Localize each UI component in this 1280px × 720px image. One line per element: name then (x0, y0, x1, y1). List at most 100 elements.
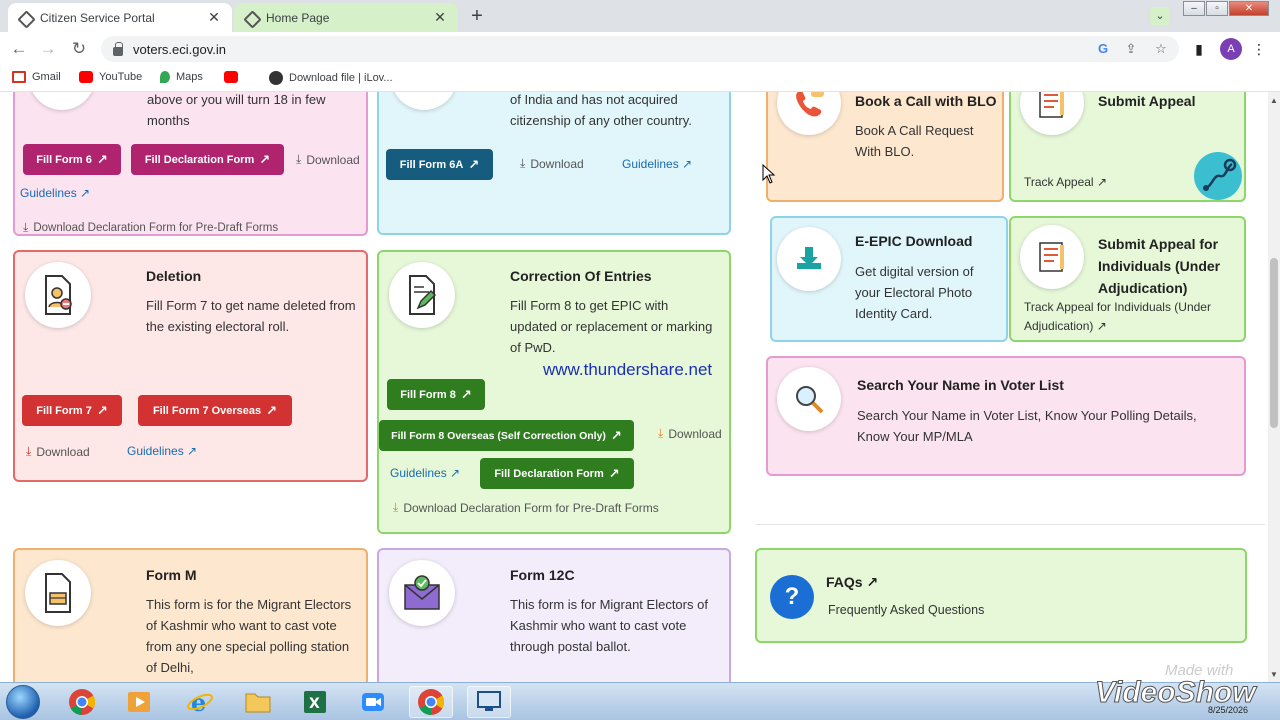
tab-title: Home Page (266, 10, 330, 25)
google-translate-icon[interactable]: G (1095, 41, 1111, 57)
tab-home-page[interactable]: Home Page ✕ (234, 3, 458, 32)
back-arrow-icon[interactable]: ← (8, 38, 30, 60)
address-bar[interactable]: voters.eci.gov.in G ⇪ ☆ (101, 36, 1179, 62)
bookmark-gmail[interactable]: Gmail (12, 71, 61, 83)
deletion-icon (25, 262, 91, 328)
card-correction-of-entries: Correction Of Entries Fill Form 8 to get… (377, 250, 731, 534)
track-appeal-individuals-label: Track Appeal for Individuals (Under Adju… (1024, 300, 1211, 333)
bookmark-label: Maps (176, 71, 203, 83)
fill-form-7-overseas-button[interactable]: Fill Form 7 Overseas ↗ (138, 395, 292, 426)
media-player-taskbar-icon[interactable] (117, 686, 161, 718)
form-6a-icon (391, 92, 457, 110)
external-arrow-icon: ↗ (682, 157, 693, 171)
chrome-active-taskbar-icon[interactable] (409, 686, 453, 718)
fill-declaration-form-button[interactable]: Fill Declaration Form ↗ (131, 144, 284, 175)
external-arrow-icon: ↗ (460, 386, 472, 402)
bookmark-youtube[interactable]: YouTube (79, 71, 142, 83)
fill-form-8-button[interactable]: Fill Form 8 ↗ (387, 379, 485, 410)
tab-search-chevron-icon[interactable]: ⌄ (1150, 7, 1170, 25)
download-declaration-link[interactable]: ⤓ Download Declaration Form for Pre-Draft… (393, 500, 659, 515)
guidelines-label: Guidelines (20, 186, 77, 200)
start-button-icon[interactable] (6, 685, 40, 719)
zoom-taskbar-icon[interactable] (351, 686, 395, 718)
window-close-icon[interactable]: ✕ (1229, 1, 1269, 16)
scroll-down-icon[interactable]: ▼ (1270, 670, 1278, 679)
maximize-icon[interactable]: ▫ (1206, 1, 1228, 16)
download-link[interactable]: ⤓ Download (26, 444, 90, 459)
tab-strip: Citizen Service Portal ✕ Home Page ✕ + ⌄… (0, 0, 1280, 32)
card-e-epic-download[interactable]: E-EPIC Download Get digital version of y… (770, 216, 1008, 342)
card-submit-appeal[interactable]: Submit Appeal Track Appeal ↗ (1009, 92, 1246, 202)
svg-text:X: X (309, 696, 320, 712)
card-search-voter-list[interactable]: Search Your Name in Voter List Search Yo… (766, 356, 1246, 476)
fill-form-6a-button[interactable]: Fill Form 6A ↗ (386, 149, 493, 180)
scroll-up-icon[interactable]: ▲ (1270, 96, 1278, 105)
fill-form-6-button[interactable]: Fill Form 6 ↗ (23, 144, 121, 175)
bookmark-star-icon[interactable]: ☆ (1153, 41, 1169, 57)
download-icon: ⤓ (520, 156, 526, 170)
fill-declaration-form-button[interactable]: Fill Declaration Form ↗ (480, 458, 634, 489)
new-tab-button[interactable]: + (466, 5, 488, 27)
download-link[interactable]: ⤓ Download (296, 152, 360, 167)
profile-avatar[interactable]: A (1220, 38, 1242, 60)
bookmark-ilovepdf[interactable]: Download file | iLov... (269, 71, 393, 85)
appeal-document-icon (1020, 92, 1084, 135)
external-arrow-icon: ↗ (610, 427, 622, 443)
download-declaration-label: Download Declaration Form for Pre-Draft … (33, 221, 279, 234)
external-arrow-icon: ↗ (259, 151, 271, 167)
scrollbar-thumb[interactable] (1270, 258, 1278, 428)
download-label: Download (36, 444, 90, 459)
download-declaration-label: Download Declaration Form for Pre-Draft … (403, 500, 659, 515)
card-submit-appeal-individuals[interactable]: Submit Appeal for Individuals (Under Adj… (1009, 216, 1246, 342)
download-link[interactable]: ⤓ Download (520, 156, 584, 171)
globe-icon (269, 71, 283, 85)
card-faqs[interactable]: ? FAQs ↗ Frequently Asked Questions (755, 548, 1247, 643)
download-link[interactable]: ⤓ Download (658, 426, 722, 441)
external-arrow-icon: ↗ (96, 402, 108, 418)
card-title: Book a Call with BLO (855, 93, 997, 109)
download-declaration-link[interactable]: ⤓ Download Declaration Form for Pre-Draft… (23, 220, 278, 235)
share-icon[interactable]: ⇪ (1123, 41, 1139, 57)
card-form-12c: Form 12C This form is for Migrant Electo… (377, 548, 731, 682)
guidelines-link[interactable]: Guidelines ↗ (390, 466, 460, 480)
side-panel-icon[interactable]: ▮ (1190, 40, 1208, 58)
bookmark-label: Gmail (32, 71, 61, 83)
bookmark-maps[interactable]: Maps (160, 71, 203, 83)
card-title: E-EPIC Download (855, 233, 973, 249)
magnifier-icon (777, 367, 841, 431)
card-desc: Fill Form 8 to get EPIC with updated or … (510, 298, 713, 355)
bookmark-youtube-2[interactable] (224, 71, 244, 83)
internet-explorer-taskbar-icon[interactable]: e (178, 686, 222, 718)
page-scrollbar[interactable]: ▲ ▼ (1268, 92, 1280, 682)
bookmark-label: YouTube (99, 71, 143, 83)
lock-icon[interactable] (113, 41, 123, 56)
excel-taskbar-icon[interactable]: X (293, 686, 337, 718)
guidelines-label: Guidelines (390, 466, 447, 480)
route-tracker-icon (1194, 152, 1242, 200)
track-appeal-link[interactable]: Track Appeal ↗ (1024, 175, 1107, 189)
track-appeal-label: Track Appeal (1024, 175, 1094, 189)
card-title: Form M (146, 567, 197, 583)
reload-icon[interactable]: ↻ (68, 38, 90, 60)
track-appeal-individuals-link[interactable]: Track Appeal for Individuals (Under Adju… (1024, 298, 1239, 336)
remote-desktop-taskbar-icon[interactable] (467, 686, 511, 718)
minimize-icon[interactable]: – (1183, 1, 1205, 16)
guidelines-label: Guidelines (127, 444, 184, 458)
menu-dots-icon[interactable]: ⋮ (1250, 40, 1268, 58)
close-tab-icon[interactable]: ✕ (432, 9, 448, 26)
guidelines-link[interactable]: Guidelines ↗ (20, 186, 90, 200)
gmail-icon (12, 71, 26, 83)
external-arrow-icon: ↗ (1096, 319, 1107, 333)
fill-form-7-button[interactable]: Fill Form 7 ↗ (22, 395, 122, 426)
file-explorer-taskbar-icon[interactable] (236, 686, 280, 718)
form-6-icon (29, 92, 95, 110)
chrome-taskbar-icon[interactable] (60, 686, 104, 718)
guidelines-link[interactable]: Guidelines ↗ (622, 157, 692, 171)
card-book-call-blo[interactable]: Book a Call with BLO Book A Call Request… (766, 92, 1004, 202)
appeal-document-icon (1020, 225, 1084, 289)
tab-citizen-service-portal[interactable]: Citizen Service Portal ✕ (8, 3, 232, 32)
fill-form-8-overseas-button[interactable]: Fill Form 8 Overseas (Self Correction On… (379, 420, 634, 451)
guidelines-link[interactable]: Guidelines ↗ (127, 444, 197, 458)
close-tab-icon[interactable]: ✕ (206, 9, 222, 26)
forward-arrow-icon[interactable]: → (37, 38, 59, 60)
